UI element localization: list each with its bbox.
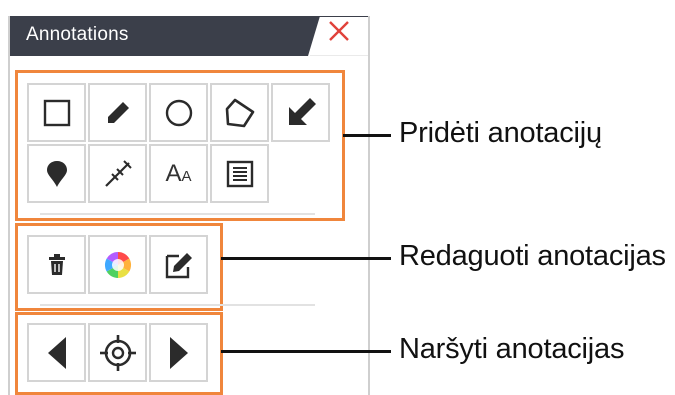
edit-icon [165, 252, 192, 278]
rectangle-tool-button[interactable] [27, 83, 86, 142]
locate-annotation-button[interactable] [88, 323, 147, 382]
next-icon [169, 336, 188, 369]
circle-tool-button[interactable] [149, 83, 208, 142]
circle-icon [165, 99, 192, 126]
color-picker-button[interactable] [88, 235, 147, 294]
next-annotation-button[interactable] [149, 323, 208, 382]
arrow-tool-button[interactable] [271, 83, 330, 142]
trash-icon [48, 253, 65, 275]
close-button[interactable] [328, 20, 364, 52]
rectangle-icon [43, 99, 70, 126]
polygon-icon [225, 98, 254, 127]
pin-icon [46, 160, 67, 187]
arrow-icon [288, 97, 316, 125]
edit-annotation-button[interactable] [149, 235, 208, 294]
navigate-annotation-callout: Naršyti anotacijas [399, 333, 625, 365]
navigate-callout-line [221, 350, 391, 353]
ruler-measure-icon [104, 159, 132, 187]
text-icon: AA [165, 160, 191, 188]
pencil-tool-button[interactable] [88, 83, 147, 142]
note-tool-button[interactable] [210, 144, 269, 203]
pin-tool-button[interactable] [27, 144, 86, 203]
polygon-tool-button[interactable] [210, 83, 269, 142]
text-icon-large-letter: A [165, 159, 182, 187]
text-tool-button[interactable]: AA [149, 144, 208, 203]
delete-button[interactable] [27, 235, 86, 294]
annotations-illustration: Annotations AA Pridėti anotacijų Redaguo… [0, 0, 675, 395]
add-callout-line [343, 134, 391, 137]
previous-icon [47, 336, 66, 369]
annotations-panel: Annotations AA [8, 16, 370, 395]
close-icon [329, 21, 349, 41]
panel-titlebar: Annotations [10, 16, 368, 56]
panel-title: Annotations [26, 24, 129, 45]
edit-callout-line [221, 257, 391, 260]
pencil-icon [107, 101, 129, 123]
edit-annotation-callout: Redaguoti anotacijas [399, 240, 666, 272]
text-icon-small-letter: A [181, 167, 192, 185]
previous-annotation-button[interactable] [27, 323, 86, 382]
section-divider [40, 304, 315, 306]
note-icon [226, 160, 253, 187]
color-wheel-icon [104, 251, 131, 278]
ruler-tool-button[interactable] [88, 144, 147, 203]
locate-icon [99, 334, 136, 371]
add-annotation-callout: Pridėti anotacijų [399, 117, 602, 149]
section-divider [40, 213, 315, 215]
